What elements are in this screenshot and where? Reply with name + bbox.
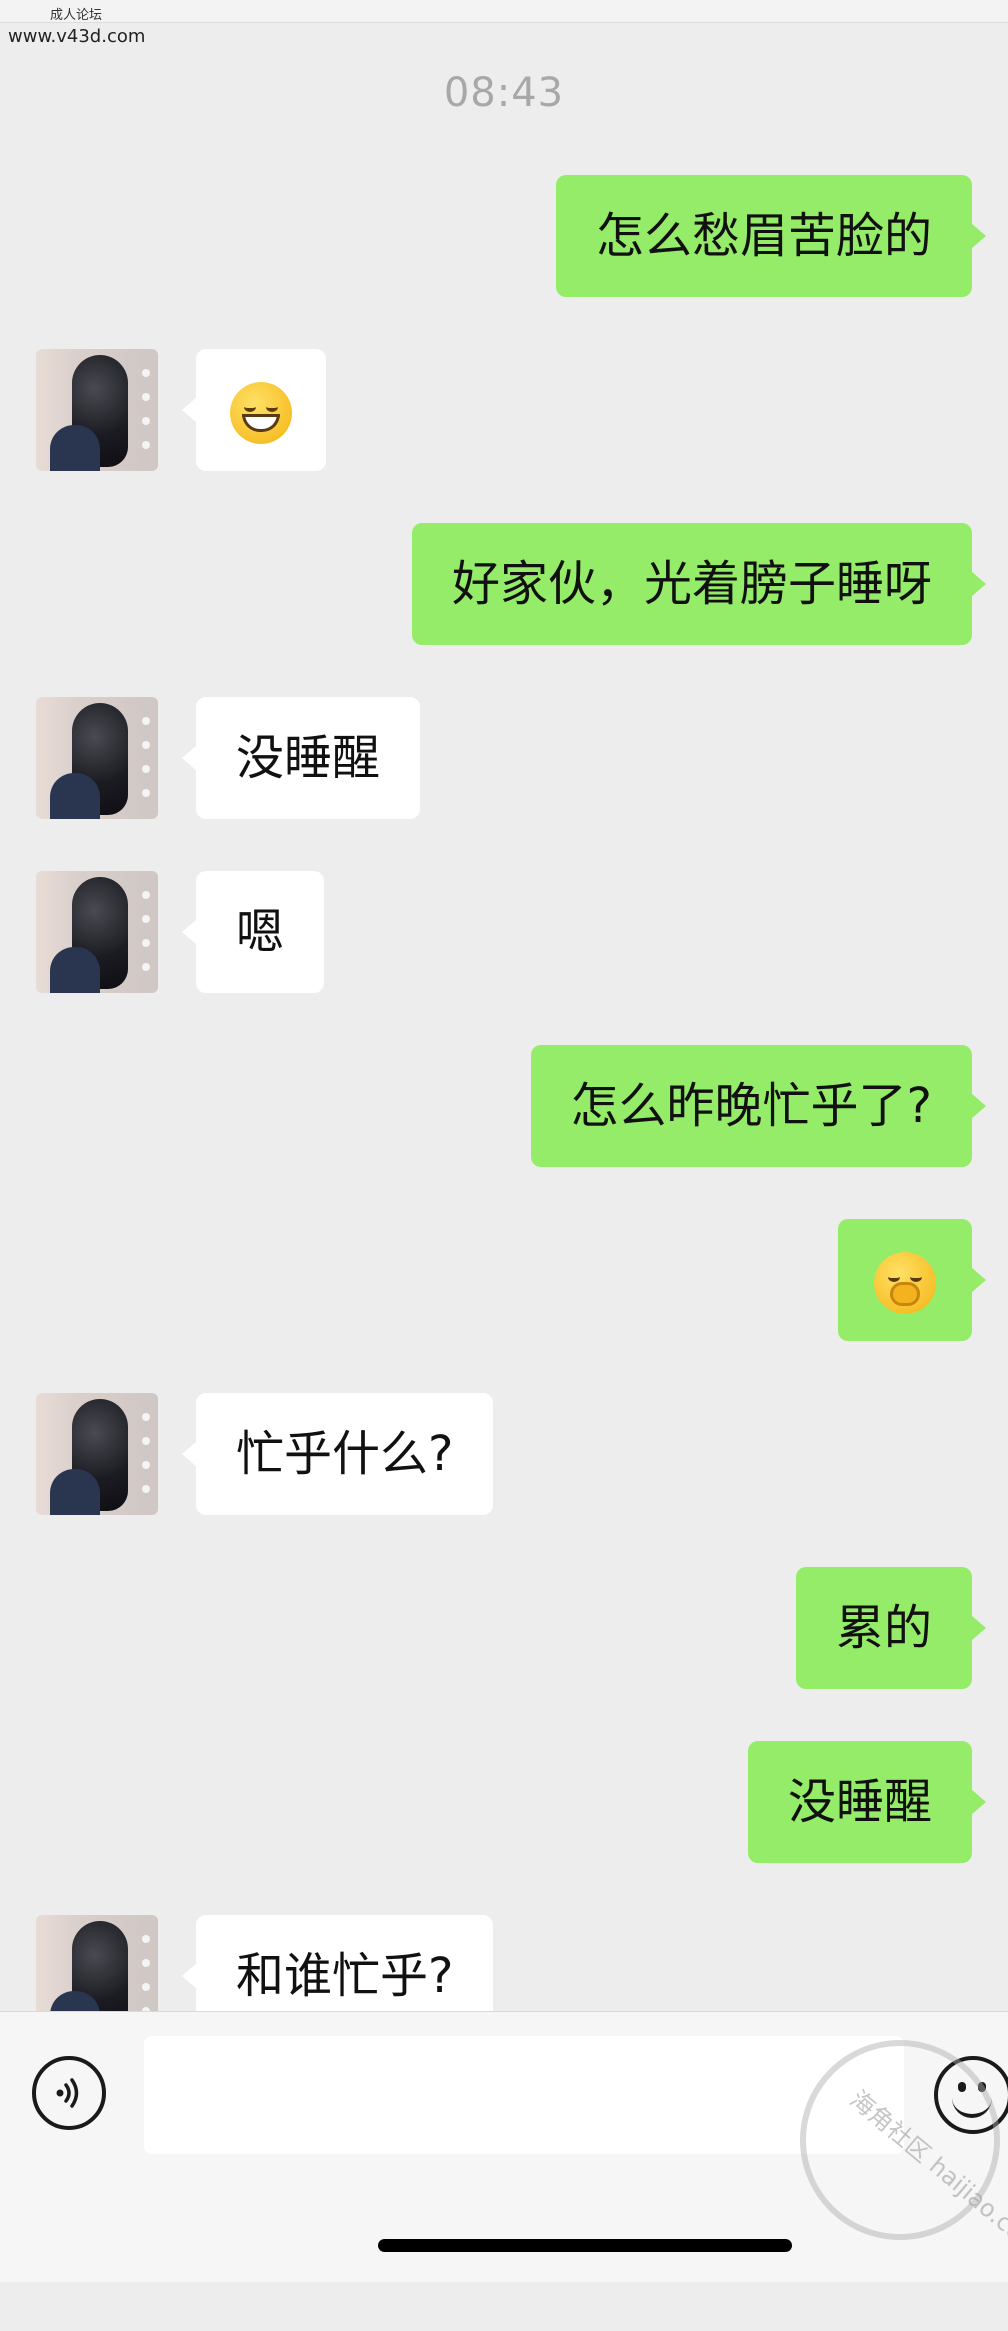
message-row: 嗯 <box>0 871 1008 993</box>
outgoing-bubble[interactable]: 怎么昨晚忙乎了? <box>530 1045 987 1167</box>
avatar-ui-dots <box>142 1413 152 1509</box>
outgoing-bubble[interactable] <box>838 1219 986 1341</box>
message-row: 好家伙，光着膀子睡呀 <box>0 523 1008 645</box>
contact-avatar[interactable] <box>36 697 158 819</box>
watermark-url: www.v43d.com <box>8 26 146 47</box>
message-row: 没睡醒 <box>0 1741 1008 1863</box>
message-row <box>0 349 1008 471</box>
chat-timestamp: 08:43 <box>443 70 565 116</box>
voice-wave-icon <box>56 2078 79 2108</box>
avatar-shoulder <box>50 773 100 819</box>
avatar-ui-dots <box>142 717 152 813</box>
message-row: 忙乎什么? <box>0 1393 1008 1515</box>
avatar-ui-dots <box>142 891 152 987</box>
avatar-shoulder <box>50 947 100 993</box>
watermark-top-bar: 成人论坛 <box>0 0 1008 23</box>
message-row: 怎么昨晚忙乎了? <box>0 1045 1008 1167</box>
message-text-input[interactable] <box>144 2036 904 2154</box>
face-with-hand-over-mouth-emoji-icon <box>874 1252 936 1314</box>
incoming-bubble[interactable]: 没睡醒 <box>181 697 421 819</box>
message-row: 没睡醒 <box>0 697 1008 819</box>
contact-avatar[interactable] <box>36 871 158 993</box>
home-indicator[interactable] <box>378 2239 792 2252</box>
contact-avatar[interactable] <box>36 349 158 471</box>
message-row: 怎么愁眉苦脸的 <box>0 175 1008 297</box>
incoming-bubble[interactable] <box>182 349 326 471</box>
contact-avatar[interactable] <box>36 1393 158 1515</box>
message-row <box>0 1219 1008 1341</box>
outgoing-bubble[interactable]: 好家伙，光着膀子睡呀 <box>411 523 987 645</box>
outgoing-bubble[interactable]: 累的 <box>795 1567 987 1689</box>
voice-input-button[interactable] <box>32 2056 106 2130</box>
avatar-shoulder <box>50 1469 100 1515</box>
avatar-ui-dots <box>142 369 152 465</box>
message-row: 累的 <box>0 1567 1008 1689</box>
watermark-title: 成人论坛 <box>50 8 103 23</box>
incoming-bubble[interactable]: 忙乎什么? <box>181 1393 494 1515</box>
incoming-bubble[interactable]: 嗯 <box>181 871 325 993</box>
grinning-face-emoji-icon <box>230 382 292 444</box>
outgoing-bubble[interactable]: 没睡醒 <box>747 1741 987 1863</box>
avatar-shoulder <box>50 425 100 471</box>
outgoing-bubble[interactable]: 怎么愁眉苦脸的 <box>555 175 987 297</box>
